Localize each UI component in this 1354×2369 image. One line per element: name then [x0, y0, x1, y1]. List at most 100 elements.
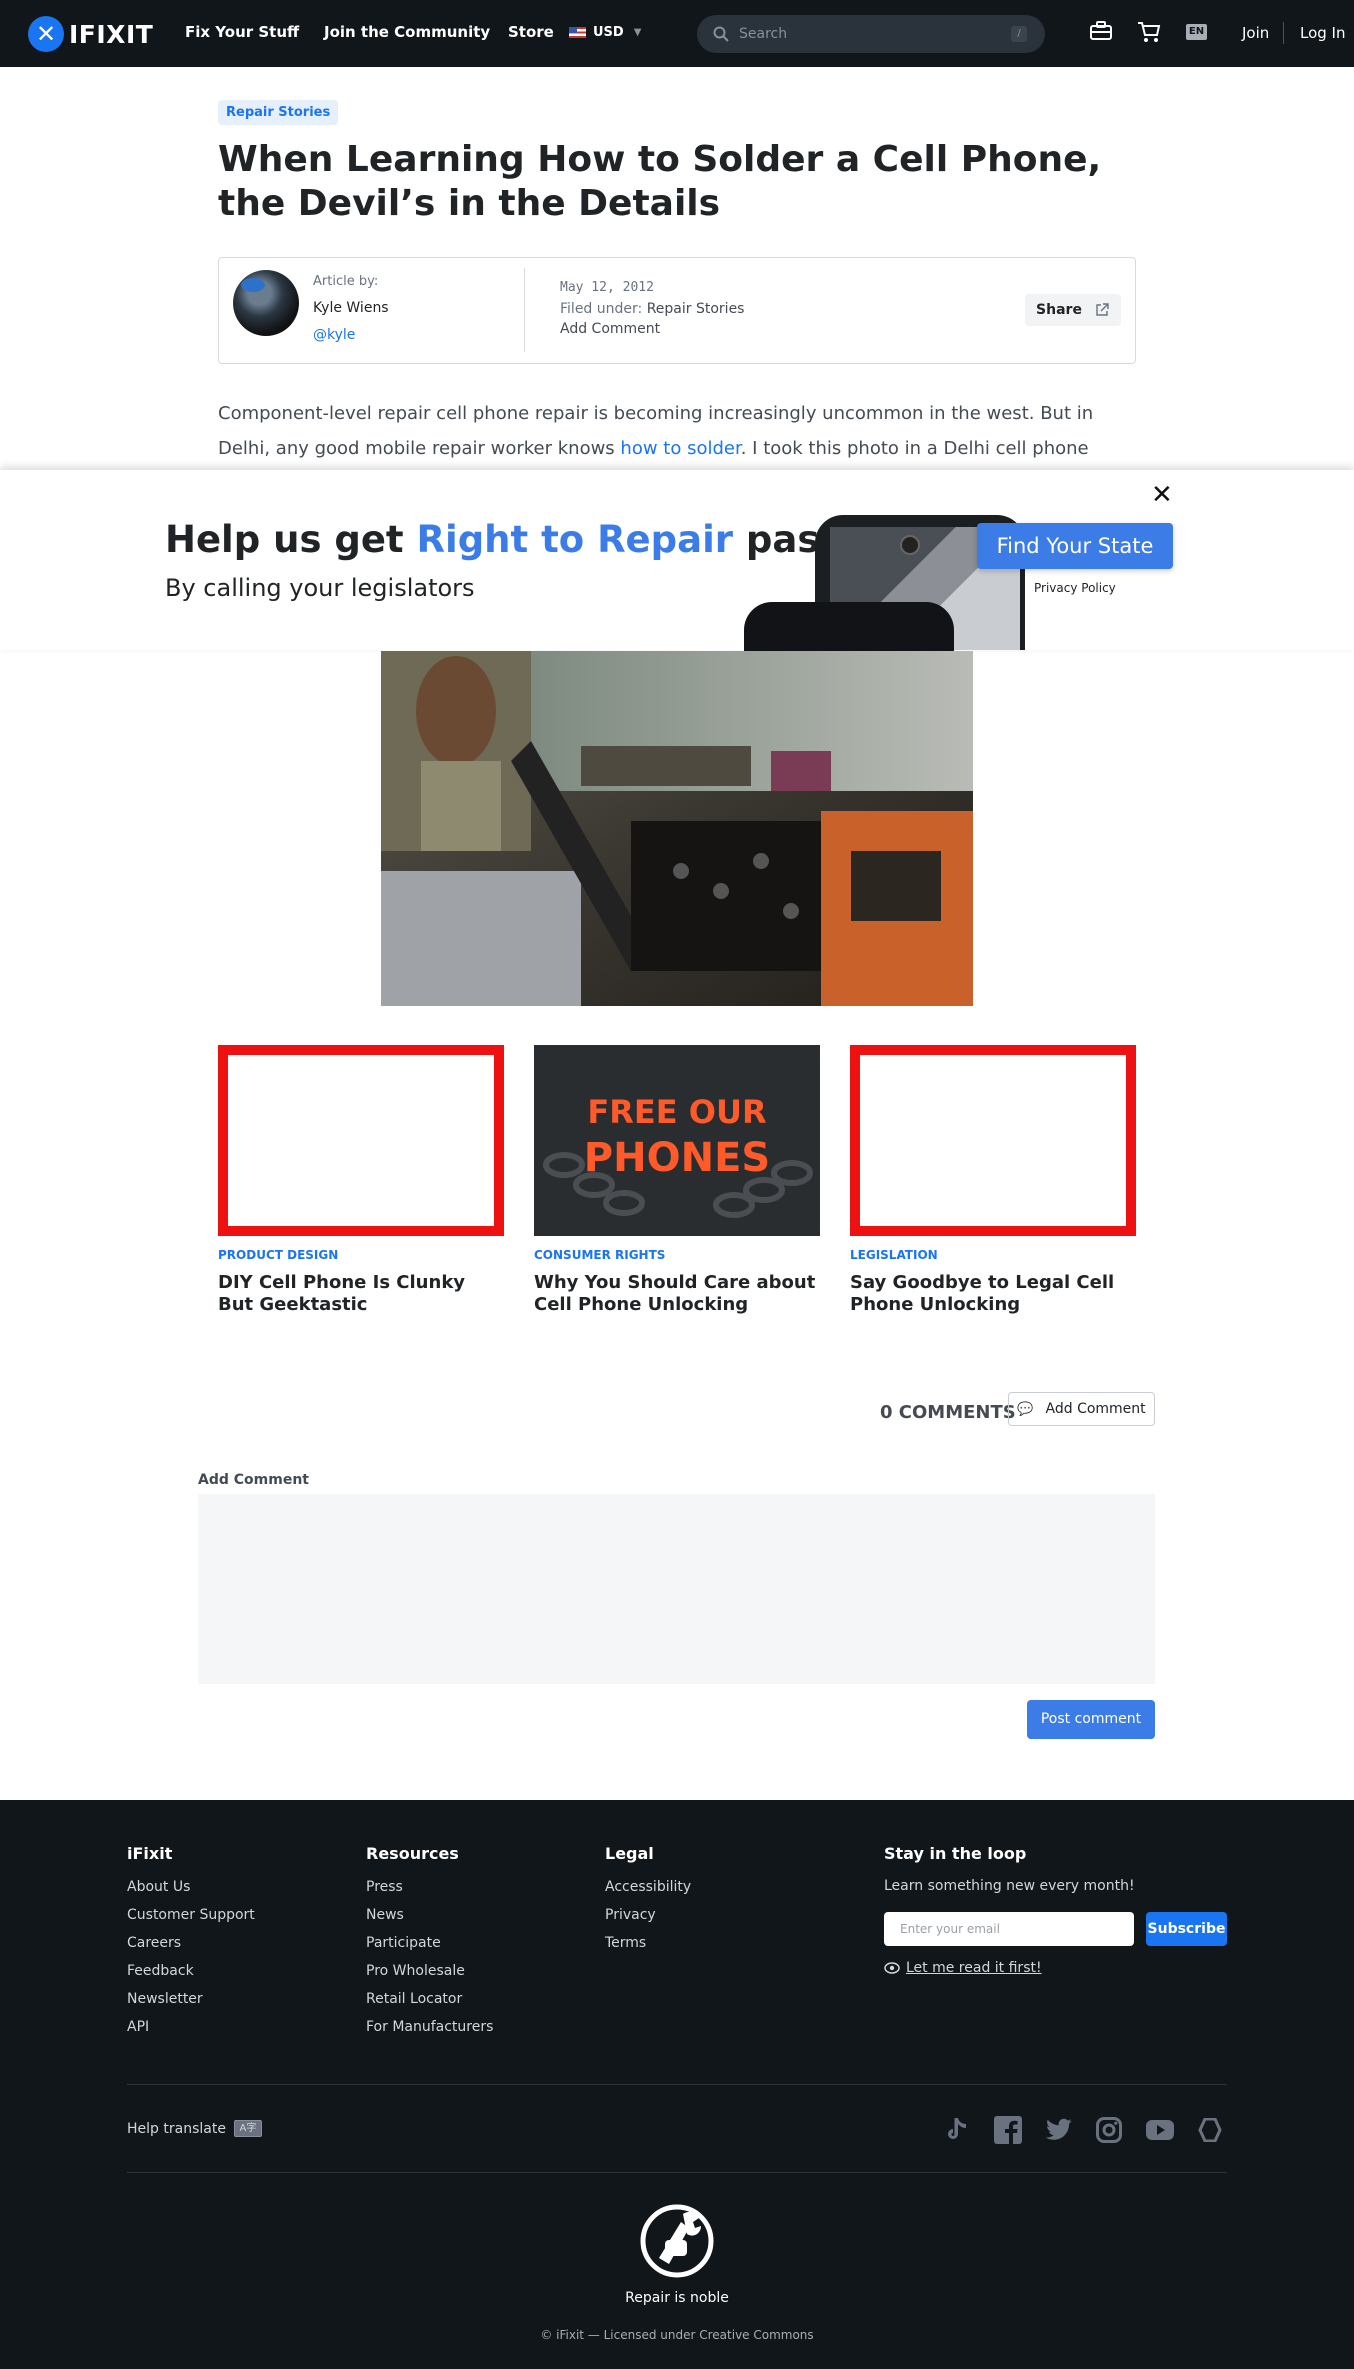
- footer-link[interactable]: Customer Support: [127, 1907, 255, 1923]
- nav-fix-your-stuff[interactable]: Fix Your Stuff: [185, 23, 299, 41]
- article-date: May 12, 2012: [560, 280, 654, 295]
- footer-link[interactable]: Pro Wholesale: [366, 1963, 493, 1979]
- close-icon[interactable]: ✕: [1151, 480, 1173, 510]
- hive-icon[interactable]: [1196, 2115, 1226, 2145]
- footer-license: © iFixit — Licensed under Creative Commo…: [540, 2328, 814, 2342]
- footer-link[interactable]: Newsletter: [127, 1991, 255, 2007]
- youtube-icon[interactable]: [1145, 2115, 1175, 2145]
- related-card[interactable]: LEGISLATION Say Goodbye to Legal Cell Ph…: [850, 1045, 1136, 1316]
- add-comment-button[interactable]: 💬 Add Comment: [1008, 1392, 1155, 1426]
- phone-front-image: [744, 602, 954, 652]
- help-translate-link[interactable]: Help translate A字: [127, 2120, 262, 2137]
- related-card-image[interactable]: [218, 1045, 504, 1236]
- comments-count: 0 COMMENTS: [880, 1402, 1016, 1423]
- filed-under-label: Filed under:: [560, 301, 643, 317]
- right-to-repair-banner: ✕ Help us get Right to Repair passed By …: [0, 470, 1354, 652]
- comment-textarea[interactable]: [198, 1494, 1155, 1684]
- related-card[interactable]: PRODUCT DESIGN DIY Cell Phone Is Clunky …: [218, 1045, 504, 1316]
- search-bar: /: [697, 15, 1045, 53]
- ifixit-logo[interactable]: ✕ IFIXIT: [28, 16, 153, 52]
- author-name[interactable]: Kyle Wiens: [313, 300, 389, 316]
- language-selector[interactable]: EN: [1186, 24, 1207, 40]
- related-card-category[interactable]: LEGISLATION: [850, 1248, 1136, 1262]
- logo-text: IFIXIT: [69, 19, 154, 49]
- footer-link[interactable]: Retail Locator: [366, 1991, 493, 2007]
- filed-under-link[interactable]: Repair Stories: [647, 301, 745, 317]
- how-to-solder-link[interactable]: how to solder: [620, 438, 740, 459]
- add-comment-label: Add Comment: [1045, 1401, 1146, 1417]
- related-card-category[interactable]: CONSUMER RIGHTS: [534, 1248, 820, 1262]
- related-card-image[interactable]: [850, 1045, 1136, 1236]
- repair-is-noble-logo: [640, 2204, 714, 2278]
- external-link-icon: [1096, 303, 1109, 316]
- nav-join-community[interactable]: Join the Community: [324, 23, 490, 41]
- ifixit-logo-icon: ✕: [28, 16, 64, 52]
- nav-store[interactable]: Store: [508, 23, 554, 41]
- author-handle[interactable]: @kyle: [313, 327, 355, 343]
- footer-col-title: Resources: [366, 1844, 459, 1863]
- footer-link[interactable]: About Us: [127, 1879, 255, 1895]
- category-badge[interactable]: Repair Stories: [218, 100, 339, 125]
- footer-link[interactable]: News: [366, 1907, 493, 1923]
- currency-selector[interactable]: USD ▼: [569, 25, 641, 40]
- byline-box: Article by: Kyle Wiens @kyle May 12, 201…: [218, 257, 1136, 364]
- instagram-icon[interactable]: [1094, 2115, 1124, 2145]
- cart-icon[interactable]: [1137, 21, 1161, 43]
- related-card[interactable]: FREE OUR PHONES CONSUMER RIGHTS Why You …: [534, 1045, 820, 1316]
- share-button[interactable]: Share: [1025, 294, 1121, 326]
- currency-label: USD: [593, 25, 624, 40]
- banner-subtitle: By calling your legislators: [165, 574, 475, 602]
- article-photo: [381, 651, 973, 1006]
- footer-link[interactable]: Terms: [605, 1935, 691, 1951]
- search-shortcut-key: /: [1011, 26, 1027, 42]
- post-comment-button[interactable]: Post comment: [1027, 1700, 1155, 1739]
- join-link[interactable]: Join: [1242, 24, 1269, 42]
- byline-divider: [524, 268, 525, 352]
- banner-title: Help us get Right to Repair passed: [165, 518, 893, 561]
- email-field[interactable]: [884, 1912, 1134, 1946]
- banner-title-accent: Right to Repair: [416, 518, 734, 561]
- nav-divider: [1283, 22, 1284, 44]
- related-card-title[interactable]: DIY Cell Phone Is Clunky But Geektastic: [218, 1272, 504, 1316]
- us-flag-icon: [569, 27, 586, 38]
- tiktok-icon[interactable]: [942, 2115, 972, 2145]
- footer-link[interactable]: Participate: [366, 1935, 493, 1951]
- author-avatar[interactable]: [233, 270, 299, 336]
- newsletter-title: Stay in the loop: [884, 1844, 1027, 1863]
- footer-link[interactable]: For Manufacturers: [366, 2019, 493, 2035]
- footer-col-title: Legal: [605, 1844, 654, 1863]
- toolbox-icon[interactable]: [1090, 21, 1112, 41]
- footer-link[interactable]: Feedback: [127, 1963, 255, 1979]
- footer-link[interactable]: Careers: [127, 1935, 255, 1951]
- chevron-down-icon: ▼: [633, 27, 642, 38]
- privacy-policy-link[interactable]: Privacy Policy: [1034, 581, 1116, 595]
- filed-under: Filed under: Repair Stories: [560, 301, 744, 317]
- search-input[interactable]: [739, 26, 1009, 42]
- footer-divider: [127, 2084, 1227, 2085]
- twitter-icon[interactable]: [1044, 2115, 1074, 2145]
- read-first-link[interactable]: Let me read it first!: [884, 1960, 1042, 1976]
- add-comment-link[interactable]: Add Comment: [560, 321, 660, 337]
- find-your-state-button[interactable]: Find Your State: [977, 523, 1173, 569]
- eye-icon: [884, 1962, 900, 1974]
- free-our-text: FREE OUR: [587, 1093, 767, 1131]
- login-link[interactable]: Log In: [1300, 24, 1346, 42]
- footer-col-legal: Legal Accessibility Privacy Terms: [605, 1844, 691, 1963]
- phones-text: PHONES: [583, 1135, 771, 1181]
- footer-tagline: Repair is noble: [625, 2290, 729, 2306]
- footer-link[interactable]: Accessibility: [605, 1879, 691, 1895]
- related-card-title[interactable]: Say Goodbye to Legal Cell Phone Unlockin…: [850, 1272, 1136, 1316]
- help-translate-label: Help translate: [127, 2120, 226, 2137]
- related-card-category[interactable]: PRODUCT DESIGN: [218, 1248, 504, 1262]
- related-card-title[interactable]: Why You Should Care about Cell Phone Unl…: [534, 1272, 820, 1316]
- footer-link[interactable]: Press: [366, 1879, 493, 1895]
- footer-link[interactable]: API: [127, 2019, 255, 2035]
- footer-col-title: iFixit: [127, 1844, 173, 1863]
- footer-link[interactable]: Privacy: [605, 1907, 691, 1923]
- share-label: Share: [1036, 302, 1082, 318]
- facebook-icon[interactable]: [993, 2115, 1023, 2145]
- add-comment-form-label: Add Comment: [198, 1472, 309, 1488]
- related-card-image[interactable]: FREE OUR PHONES: [534, 1045, 820, 1236]
- repair-school-photo: [381, 651, 973, 1006]
- subscribe-button[interactable]: Subscribe: [1146, 1912, 1227, 1946]
